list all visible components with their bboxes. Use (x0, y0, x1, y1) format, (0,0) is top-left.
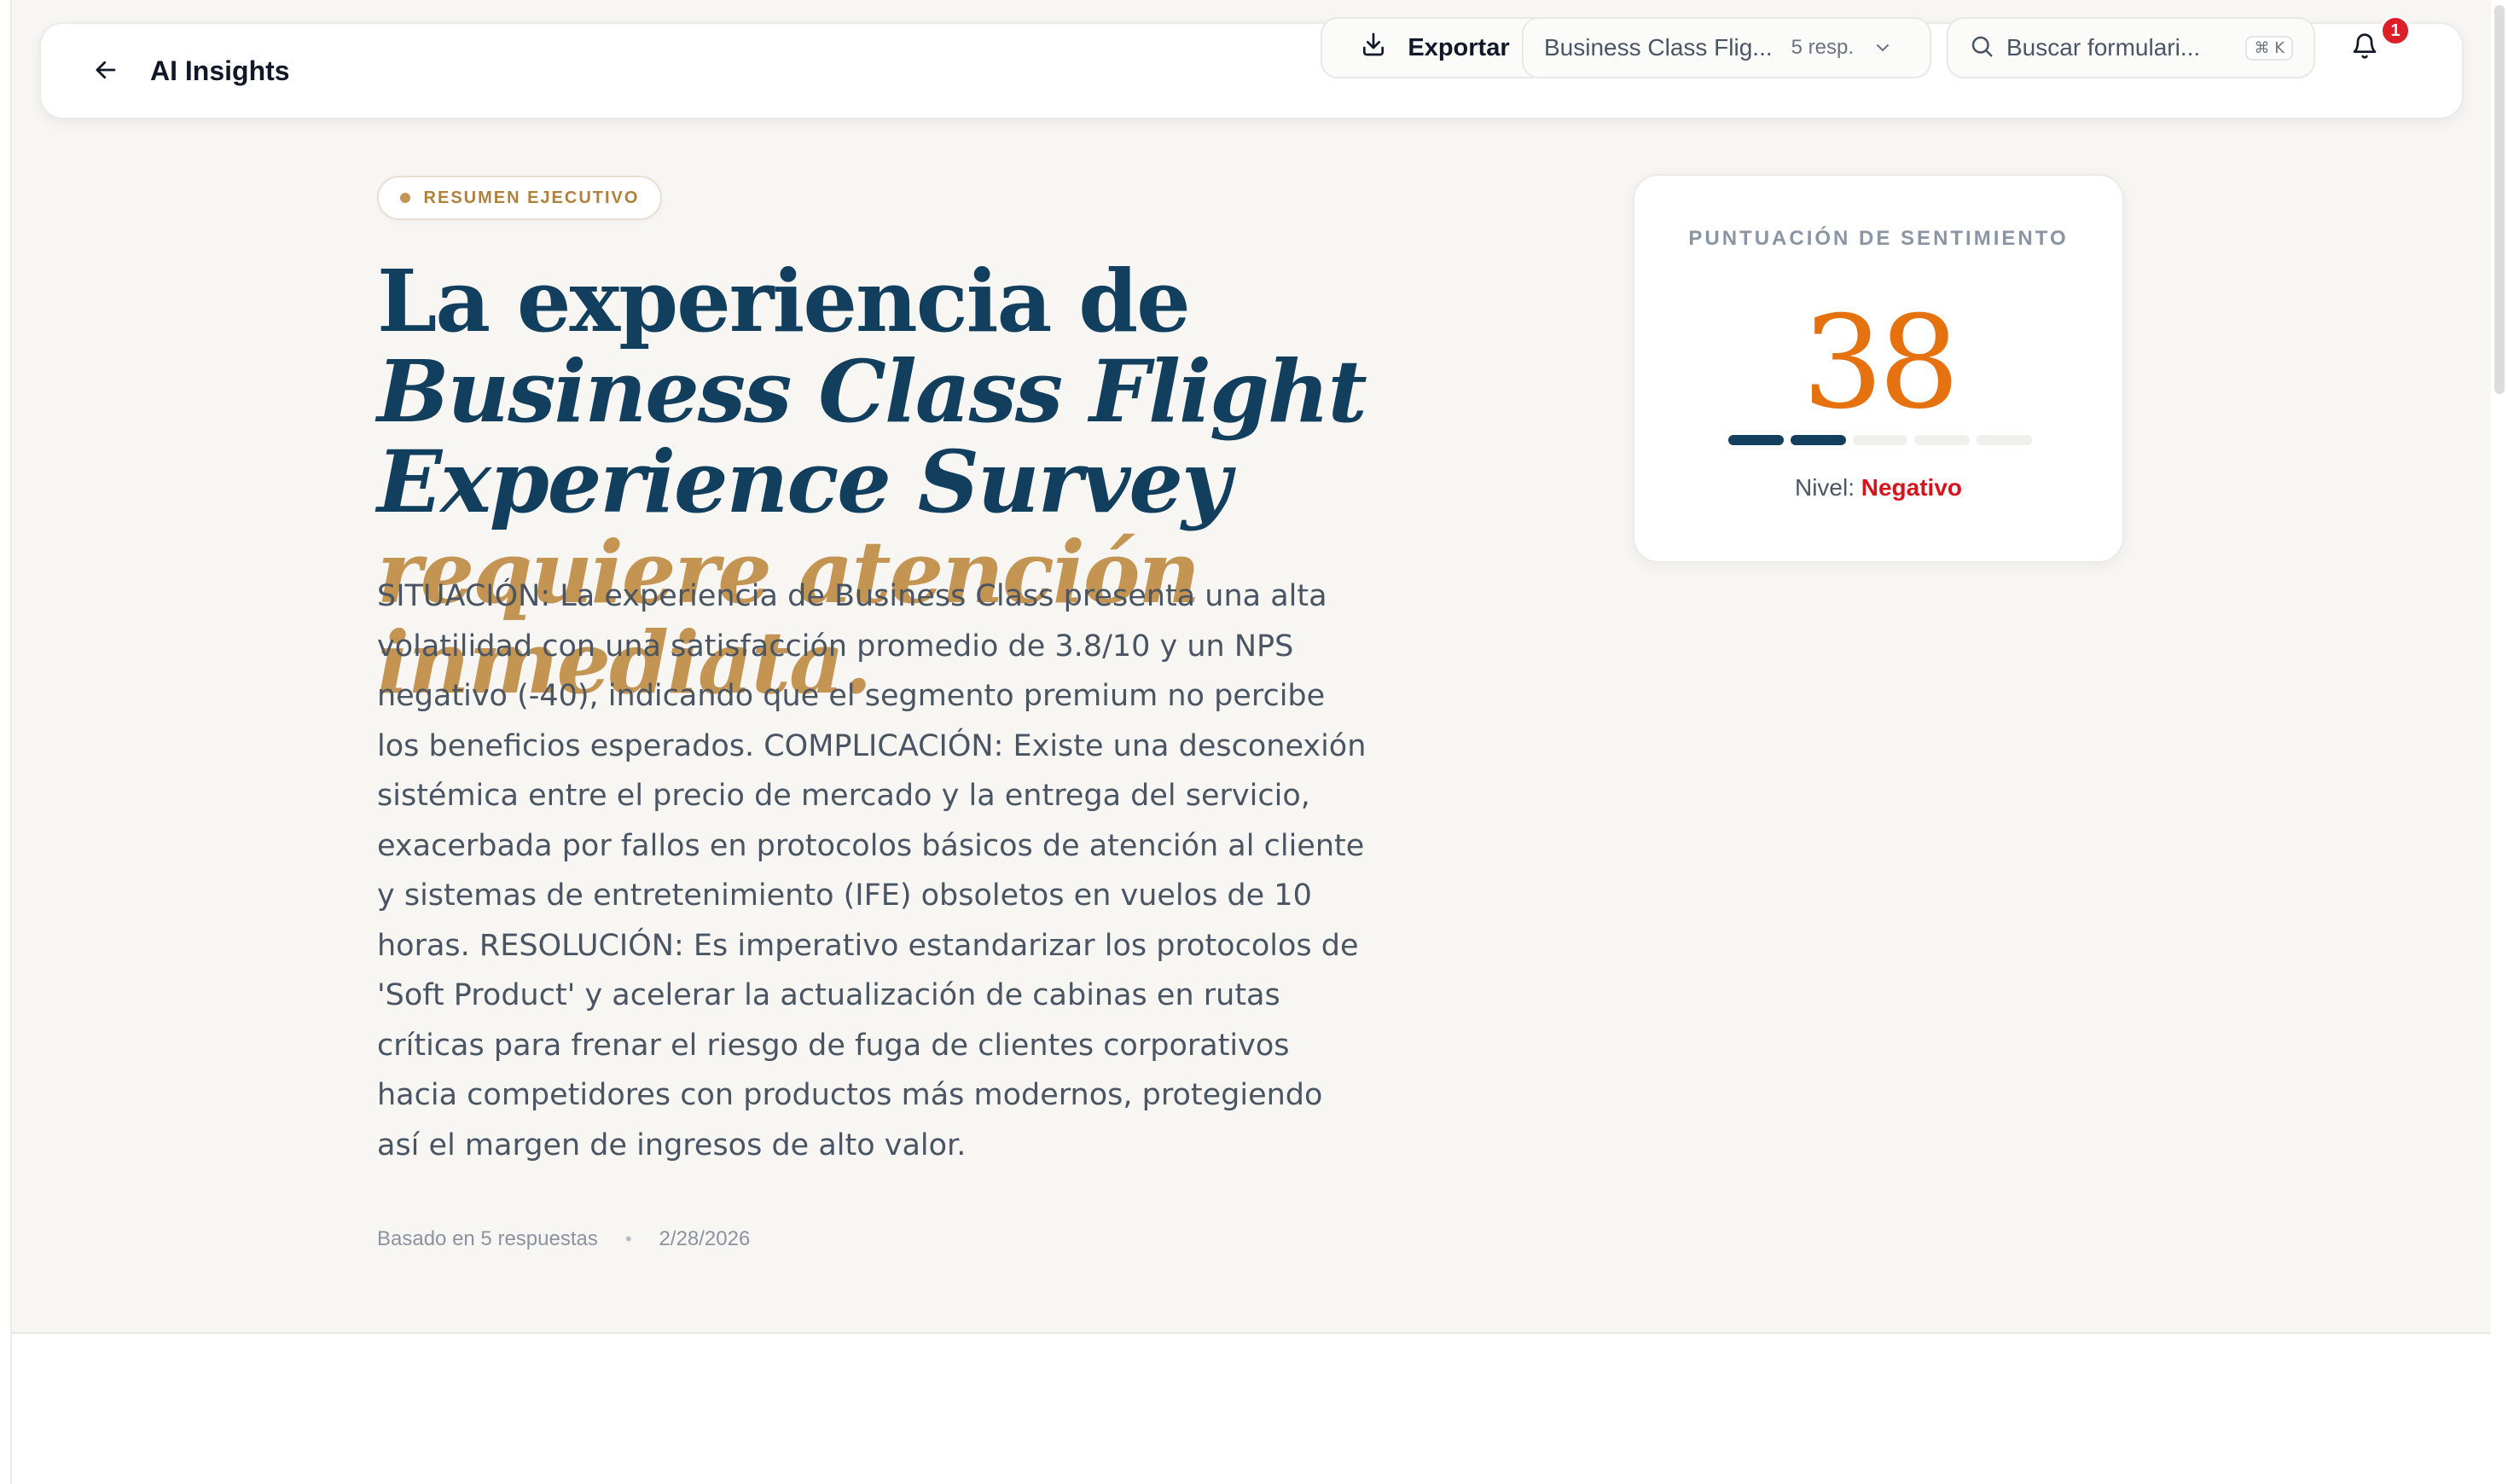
sentiment-level-bar (1728, 435, 2032, 445)
summary-date: 2/28/2026 (659, 1227, 751, 1250)
search-shortcut-hint: ⌘ K (2245, 35, 2293, 61)
chevron-down-icon (1872, 38, 1893, 58)
sentiment-level-label: Nivel: (1794, 474, 1861, 501)
page-scrollbar[interactable] (2491, 0, 2508, 1484)
sentiment-level: Nivel: Negativo (1634, 474, 2122, 501)
sentiment-label: PUNTUACIÓN DE SENTIMIENTO (1688, 227, 2069, 250)
meta-separator-dot: • (624, 1228, 632, 1249)
export-label: Exportar (1408, 33, 1510, 61)
bell-icon (2351, 32, 2378, 64)
sentiment-segment (1914, 435, 1971, 445)
scrollbar-thumb[interactable] (2494, 5, 2505, 394)
based-on-responses: Basado en 5 respuestas (377, 1227, 598, 1250)
executive-summary-badge: RESUMEN EJECUTIVO (377, 176, 662, 220)
sentiment-score: 38 (1802, 289, 1960, 438)
summary-meta: Basado en 5 respuestas • 2/28/2026 (377, 1225, 750, 1254)
sentiment-score-card: PUNTUACIÓN DE SENTIMIENTO 38 Nivel: Nega… (1633, 174, 2124, 563)
sentiment-segment (1852, 435, 1908, 445)
form-selector-value: Business Class Flig... (1544, 34, 1773, 61)
badge-dot-icon (399, 193, 410, 203)
sentiment-segment (1790, 435, 1846, 445)
sentiment-level-value: Negativo (1861, 474, 1963, 501)
sentiment-segment (1728, 435, 1784, 445)
notification-count-badge: 1 (2380, 15, 2411, 46)
response-count: 5 resp. (1791, 36, 1855, 59)
export-button[interactable]: Exportar (1321, 17, 1549, 78)
sentiment-segment (1977, 435, 2032, 445)
search-icon (1969, 33, 1994, 63)
search-input[interactable] (2006, 34, 2237, 61)
headline-intro: La experiencia de (377, 251, 1191, 351)
badge-label: RESUMEN EJECUTIVO (423, 188, 640, 207)
form-search[interactable]: ⌘ K (1947, 17, 2315, 78)
app-title: AI Insights (150, 55, 290, 86)
summary-body: SITUACIÓN: La experiencia de Business Cl… (377, 579, 1367, 1162)
arrow-left-icon (93, 57, 119, 87)
form-selector[interactable]: Business Class Flig... 5 resp. (1522, 17, 1931, 78)
headline-survey-name: Business Class Flight Experience Survey (377, 341, 1367, 532)
download-icon (1360, 31, 1387, 65)
back-button[interactable] (82, 48, 130, 96)
